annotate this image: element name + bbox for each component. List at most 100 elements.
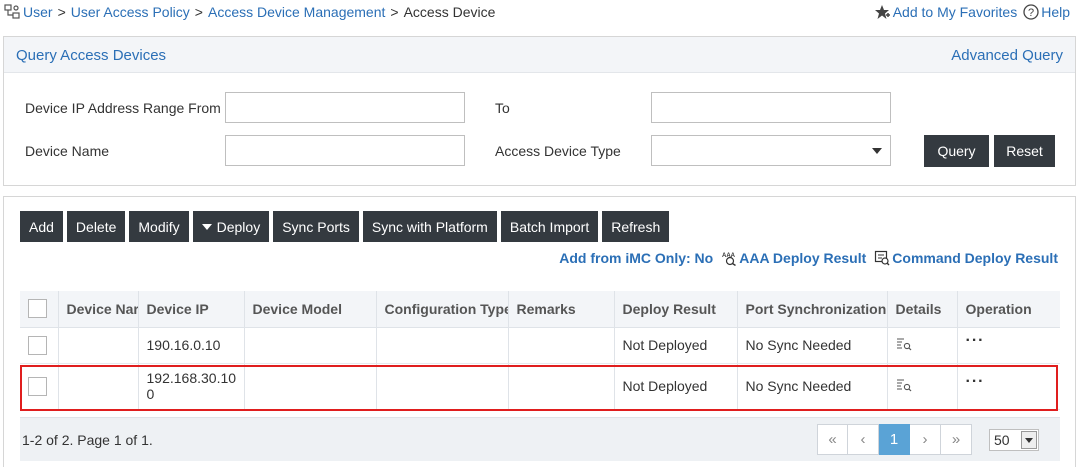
modify-button[interactable]: Modify <box>129 211 189 242</box>
cell-device-name <box>58 363 139 410</box>
cell-port-sync: No Sync Needed <box>737 363 888 410</box>
table-header-row: Device Nar Device IP Device Model Config… <box>20 291 1060 328</box>
star-icon <box>874 5 890 19</box>
column-header-port-sync[interactable]: Port Synchronization <box>737 291 888 328</box>
add-button[interactable]: Add <box>20 211 63 242</box>
query-title: Query Access Devices <box>16 47 167 64</box>
column-header-deploy-result[interactable]: Deploy Result <box>614 291 738 328</box>
table-row[interactable]: 192.168.30.100 Not Deployed No Sync Need… <box>20 363 1060 410</box>
advanced-query-link[interactable]: Advanced Query <box>951 47 1063 64</box>
details-icon[interactable] <box>896 378 912 392</box>
add-favorites-label[interactable]: Add to My Favorites <box>893 4 1018 20</box>
command-deploy-result-link[interactable]: Command Deploy Result <box>874 250 1058 266</box>
pager: « ‹ 1 › » <box>817 424 972 455</box>
cell-operation[interactable]: ··· <box>957 363 1060 410</box>
top-links: Add to My Favorites ? Help <box>868 4 1070 20</box>
column-header-details: Details <box>887 291 958 328</box>
batch-import-button[interactable]: Batch Import <box>500 211 599 242</box>
sync-platform-button[interactable]: Sync with Platform <box>362 211 497 242</box>
cell-deploy-result: Not Deployed <box>614 363 738 410</box>
table-row[interactable]: 190.16.0.10 Not Deployed No Sync Needed … <box>20 327 1060 364</box>
top-bar: User > User Access Policy > Access Devic… <box>0 0 1076 28</box>
cell-device-name <box>58 327 139 364</box>
device-name-input[interactable] <box>225 135 465 166</box>
command-deploy-result-label: Command Deploy Result <box>892 250 1058 266</box>
cell-deploy-result: Not Deployed <box>614 327 738 364</box>
query-panel: Query Access Devices Advanced Query Devi… <box>3 36 1076 186</box>
cell-configuration-type <box>376 327 509 364</box>
breadcrumb-user-access-policy[interactable]: User Access Policy <box>71 4 190 20</box>
cell-device-ip: 192.168.30.100 <box>138 363 245 410</box>
column-header-remarks[interactable]: Remarks <box>508 291 615 328</box>
ip-from-input[interactable] <box>225 92 465 123</box>
ip-to-input[interactable] <box>651 92 891 123</box>
breadcrumb-access-device-management[interactable]: Access Device Management <box>208 4 385 20</box>
page-info: 1-2 of 2. Page 1 of 1. <box>22 432 153 448</box>
last-page-button[interactable]: » <box>941 424 972 455</box>
help-link[interactable]: ? Help <box>1023 4 1070 20</box>
chevron-down-icon[interactable] <box>1021 431 1037 449</box>
select-all-checkbox[interactable] <box>28 299 47 319</box>
cell-device-ip: 190.16.0.10 <box>138 327 245 364</box>
help-icon: ? <box>1023 4 1039 20</box>
page-size-value: 50 <box>994 432 1010 448</box>
aaa-deploy-result-label: AAA Deploy Result <box>739 250 867 266</box>
device-name-label: Device Name <box>25 143 110 159</box>
cell-device-model <box>244 363 377 410</box>
add-from-imc-link[interactable]: Add from iMC Only: No <box>559 250 713 266</box>
deploy-button[interactable]: Deploy <box>192 211 270 242</box>
ip-from-label: Device IP Address Range From <box>25 100 221 116</box>
column-header-device-name[interactable]: Device Nar <box>58 291 139 328</box>
column-header-operation: Operation <box>957 291 1060 328</box>
column-header-device-ip[interactable]: Device IP <box>138 291 245 328</box>
add-favorites-link[interactable]: Add to My Favorites <box>874 4 1018 20</box>
cell-remarks <box>508 363 615 410</box>
device-type-label: Access Device Type <box>495 143 621 159</box>
row-checkbox[interactable] <box>28 376 47 396</box>
row-checkbox-cell[interactable] <box>20 327 59 364</box>
cell-device-model <box>244 327 377 364</box>
aaa-result-icon: AAA <box>722 253 737 266</box>
select-all-cell[interactable] <box>20 291 59 328</box>
cell-configuration-type <box>376 363 509 410</box>
row-checkbox[interactable] <box>28 335 47 355</box>
details-icon[interactable] <box>896 337 912 351</box>
query-header: Query Access Devices Advanced Query <box>4 37 1075 73</box>
breadcrumb-separator: > <box>194 4 203 20</box>
device-list-panel: Add Delete Modify Deploy Sync Ports Sync… <box>3 196 1076 467</box>
svg-text:?: ? <box>1028 7 1034 19</box>
device-table: Device Nar Device IP Device Model Config… <box>20 291 1060 410</box>
first-page-button[interactable]: « <box>817 424 848 455</box>
dropdown-triangle-icon <box>201 223 212 230</box>
breadcrumb-separator: > <box>57 4 66 20</box>
aaa-deploy-result-link[interactable]: AAA AAA Deploy Result <box>721 250 866 266</box>
next-page-button[interactable]: › <box>910 424 941 455</box>
actions-row: Add from iMC Only: No AAA AAA Deploy Res… <box>551 250 1058 266</box>
more-options-icon[interactable]: ··· <box>966 373 985 390</box>
cell-details[interactable] <box>887 363 958 410</box>
reset-button[interactable]: Reset <box>994 135 1055 167</box>
cell-details[interactable] <box>887 327 958 364</box>
delete-button[interactable]: Delete <box>66 211 126 242</box>
column-header-device-model[interactable]: Device Model <box>244 291 377 328</box>
sync-ports-button[interactable]: Sync Ports <box>273 211 359 242</box>
row-checkbox-cell[interactable] <box>20 363 59 410</box>
table-footer: 1-2 of 2. Page 1 of 1. « ‹ 1 › » 50 <box>20 417 1060 461</box>
cell-operation[interactable]: ··· <box>957 327 1060 364</box>
breadcrumb-separator: > <box>390 4 399 20</box>
device-type-select[interactable] <box>651 135 891 166</box>
refresh-button[interactable]: Refresh <box>602 211 670 242</box>
page-size-select[interactable]: 50 <box>989 429 1039 451</box>
more-options-icon[interactable]: ··· <box>966 332 985 349</box>
column-header-configuration-type[interactable]: Configuration Type <box>376 291 509 328</box>
breadcrumb-user[interactable]: User <box>23 4 53 20</box>
user-tree-icon <box>4 4 20 19</box>
query-button[interactable]: Query <box>924 135 989 167</box>
cell-port-sync: No Sync Needed <box>737 327 888 364</box>
help-label[interactable]: Help <box>1041 4 1070 20</box>
breadcrumb-current: Access Device <box>403 4 496 20</box>
prev-page-button[interactable]: ‹ <box>848 424 879 455</box>
page-1-button[interactable]: 1 <box>879 424 910 455</box>
ip-to-label: To <box>495 100 510 116</box>
toolbar: Add Delete Modify Deploy Sync Ports Sync… <box>20 211 673 242</box>
